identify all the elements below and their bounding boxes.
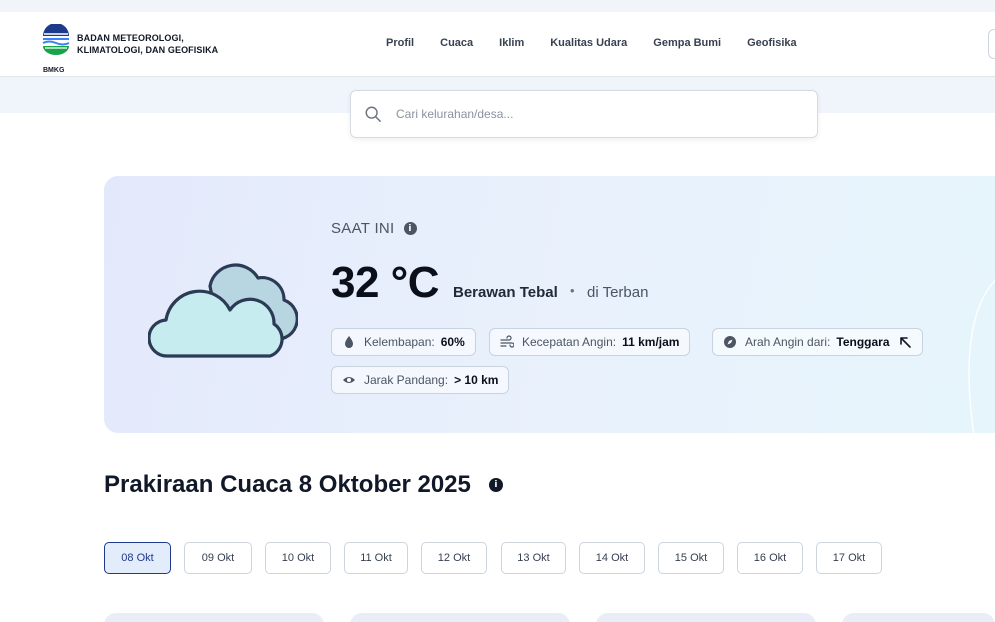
date-tab-09-okt[interactable]: 09 Okt [184, 542, 252, 574]
date-tab-12-okt[interactable]: 12 Okt [421, 542, 487, 574]
wind-icon [500, 335, 514, 348]
cloudy-weather-icon [148, 263, 298, 358]
wind-speed-label: Kecepatan Angin: [522, 335, 617, 349]
main-nav: Profil Cuaca Iklim Kualitas Udara Gempa … [386, 37, 823, 49]
date-tab-17-okt[interactable]: 17 Okt [816, 542, 882, 574]
info-icon[interactable]: i [403, 222, 417, 235]
brand-name: BADAN METEOROLOGI, KLIMATOLOGI, DAN GEOF… [77, 32, 218, 56]
humidity-value: 60% [440, 335, 465, 349]
date-tab-10-okt[interactable]: 10 Okt [265, 542, 331, 574]
visibility-label: Jarak Pandang: [364, 373, 449, 387]
date-tab-08-okt[interactable]: 08 Okt [104, 542, 171, 574]
wind-direction-chip: Arah Angin dari: Tenggara [712, 328, 923, 356]
water-drop-icon [345, 336, 353, 348]
search-icon [365, 106, 381, 122]
forecast-title-text: Prakiraan Cuaca 8 Oktober 2025 [104, 471, 471, 498]
forecast-card[interactable] [596, 613, 816, 622]
location-name: di Terban [587, 284, 649, 301]
wind-speed-value: 11 km/jam [622, 335, 680, 349]
nav-geofisika[interactable]: Geofisika [747, 37, 797, 49]
wind-direction-value: Tenggara [836, 335, 890, 349]
forecast-title: Prakiraan Cuaca 8 Oktober 2025 i [104, 471, 503, 499]
visibility-value: > 10 km [454, 373, 499, 387]
date-tab-11-okt[interactable]: 11 Okt [344, 542, 408, 574]
forecast-card[interactable] [104, 613, 324, 622]
date-tab-15-okt[interactable]: 15 Okt [658, 542, 724, 574]
wind-speed-chip: Kecepatan Angin: 11 km/jam [489, 328, 691, 356]
logo-text: BMKG [43, 67, 65, 74]
forecast-card[interactable] [350, 613, 570, 622]
visibility-chip: Jarak Pandang: > 10 km [331, 366, 510, 394]
header-action-button[interactable] [988, 29, 995, 59]
forecast-card[interactable] [842, 613, 995, 622]
nav-gempa-bumi[interactable]: Gempa Bumi [653, 37, 721, 49]
current-weather-card: SAAT INI i 32 °C Berawan Tebal • di Terb… [104, 176, 995, 433]
weather-condition: Berawan Tebal [453, 284, 558, 301]
arrow-up-left-icon [899, 337, 911, 348]
nav-iklim[interactable]: Iklim [499, 37, 524, 49]
brand-line-2: KLIMATOLOGI, DAN GEOFISIKA [77, 45, 219, 55]
nav-cuaca[interactable]: Cuaca [440, 37, 473, 49]
now-label: SAAT INI i [331, 220, 417, 237]
date-tab-13-okt[interactable]: 13 Okt [501, 542, 566, 574]
search-input[interactable] [396, 107, 796, 121]
date-tab-16-okt[interactable]: 16 Okt [737, 542, 803, 574]
humidity-label: Kelembapan: [364, 335, 435, 349]
current-temperature: 32 °C [331, 258, 440, 307]
forecast-info-icon[interactable]: i [488, 478, 503, 492]
top-strip [0, 0, 995, 12]
humidity-chip: Kelembapan: 60% [331, 328, 476, 356]
brand-line-1: BADAN METEOROLOGI, [77, 33, 184, 43]
search-box [350, 90, 818, 138]
card-decoration [968, 279, 995, 433]
compass-icon [724, 336, 736, 348]
nav-kualitas-udara[interactable]: Kualitas Udara [550, 37, 627, 49]
wind-direction-label: Arah Angin dari: [745, 335, 831, 349]
eye-icon [343, 377, 355, 383]
date-tab-14-okt[interactable]: 14 Okt [579, 542, 645, 574]
separator-dot: • [570, 283, 575, 298]
nav-profil[interactable]: Profil [386, 37, 414, 49]
now-label-text: SAAT INI [331, 220, 395, 237]
bmkg-logo-icon[interactable] [40, 24, 72, 64]
date-tabs: 08 Okt 09 Okt 10 Okt 11 Okt 12 Okt 13 Ok… [104, 542, 882, 574]
navbar: BMKG BADAN METEOROLOGI, KLIMATOLOGI, DAN… [0, 12, 995, 77]
